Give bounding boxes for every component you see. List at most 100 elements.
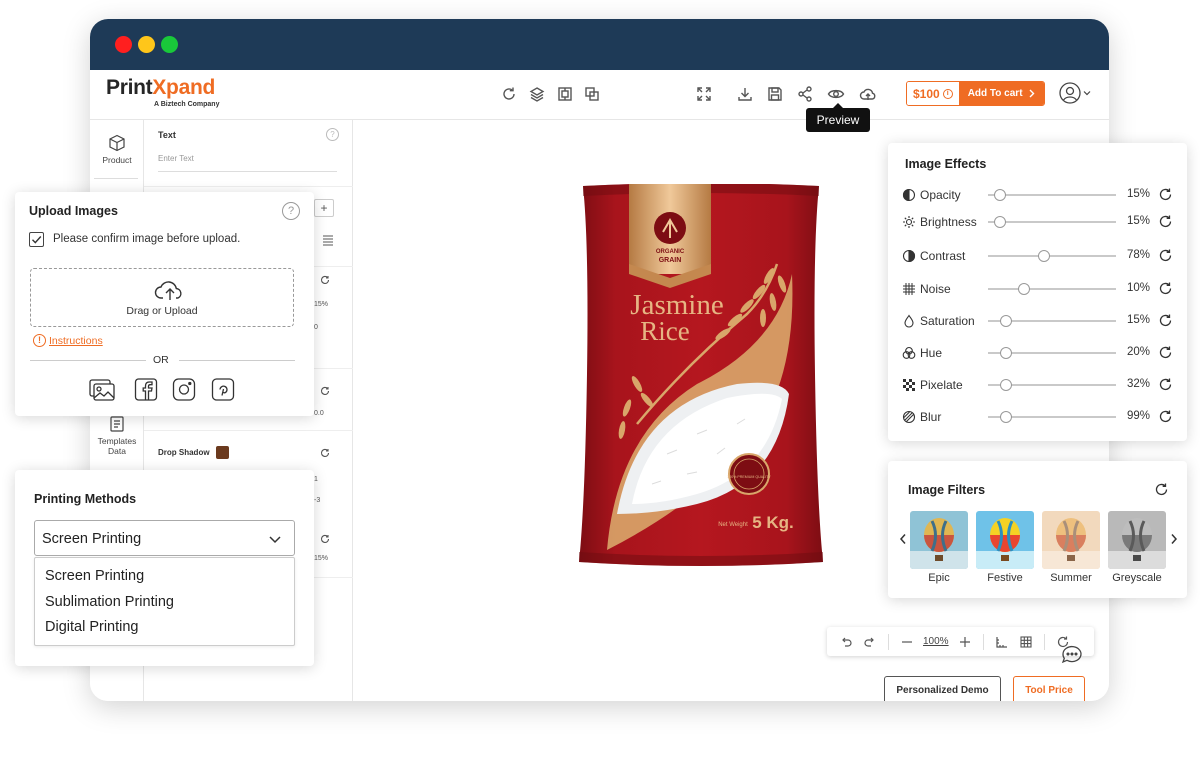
confirm-checkbox[interactable] [29, 232, 44, 247]
add-to-cart-button[interactable]: Add To cart [958, 82, 1044, 105]
rail-item-product[interactable]: Product [90, 134, 144, 165]
minimize-window-button[interactable] [138, 36, 155, 53]
blur-slider[interactable] [988, 411, 1116, 423]
upload-drop-zone[interactable]: Drag or Upload [30, 268, 294, 327]
toolbar-divider [888, 633, 889, 650]
ruler-icon[interactable] [995, 635, 1009, 649]
user-avatar-icon[interactable] [1059, 82, 1081, 104]
info-icon[interactable]: i [942, 88, 953, 99]
reset-icon[interactable] [1158, 187, 1173, 202]
toolbar-divider [982, 633, 984, 650]
download-icon[interactable] [736, 85, 754, 103]
reset-icon[interactable] [320, 386, 330, 396]
slider-handle[interactable] [999, 347, 1012, 359]
help-icon[interactable]: ? [326, 128, 339, 141]
selected-printing-method: Screen Printing [42, 531, 142, 547]
reset-icon[interactable] [1158, 248, 1173, 263]
filter-festive[interactable]: Festive [976, 511, 1034, 584]
option-screen-printing[interactable]: Screen Printing [45, 568, 144, 584]
filter-thumbnail [976, 511, 1034, 569]
text-input[interactable]: Enter Text [158, 154, 337, 172]
slider-handle[interactable] [993, 216, 1006, 228]
cloud-upload-icon[interactable] [859, 85, 877, 103]
filter-name: Epic [928, 572, 950, 584]
tool-price-button[interactable]: Tool Price [1013, 676, 1085, 701]
instructions-link[interactable]: Instructions [49, 335, 103, 347]
personalized-demo-button[interactable]: Personalized Demo [884, 676, 1001, 701]
filter-summer[interactable]: Summer [1042, 511, 1100, 584]
opacity-icon [902, 188, 916, 202]
filter-epic[interactable]: Epic [910, 511, 968, 584]
redo-icon[interactable] [863, 635, 877, 649]
reset-icon[interactable] [1154, 482, 1169, 497]
price-display[interactable]: $100 i [907, 82, 959, 105]
saturation-slider[interactable] [988, 315, 1116, 327]
brightness-slider[interactable] [988, 216, 1116, 228]
reset-icon[interactable] [1158, 313, 1173, 328]
printing-methods-title: Printing Methods [34, 492, 137, 506]
zoom-level[interactable]: 100% [923, 636, 949, 647]
option-sublimation-printing[interactable]: Sublimation Printing [45, 594, 174, 610]
filter-greyscale[interactable]: Greyscale [1108, 511, 1166, 584]
rail-item-templates-data[interactable]: Templates Data [90, 415, 144, 456]
reset-icon[interactable] [1158, 409, 1173, 424]
hue-slider[interactable] [988, 347, 1116, 359]
reset-icon[interactable] [320, 448, 330, 458]
layers-icon[interactable] [528, 85, 546, 103]
reset-icon[interactable] [320, 534, 330, 544]
chat-icon[interactable] [1060, 644, 1084, 666]
preview-eye-icon[interactable] [827, 85, 845, 103]
upload-title: Upload Images [29, 204, 118, 218]
toolbar-divider [1043, 633, 1045, 650]
help-icon[interactable]: ? [282, 202, 300, 220]
chevron-down-icon[interactable] [1083, 89, 1091, 97]
opacity-slider[interactable] [988, 189, 1116, 201]
pinterest-icon[interactable] [209, 378, 236, 402]
shadow-color-swatch[interactable] [216, 446, 229, 459]
slider-handle[interactable] [999, 379, 1012, 391]
fullscreen-icon[interactable] [695, 85, 713, 103]
effect-label: Pixelate [920, 378, 963, 392]
blur-icon [902, 410, 916, 424]
chevron-left-icon[interactable] [898, 533, 908, 545]
duplicate-icon[interactable] [583, 85, 601, 103]
brightness-icon [902, 215, 916, 229]
align-center-icon[interactable] [556, 85, 574, 103]
brand-logo[interactable]: PrintXpand A Biztech Company [106, 76, 219, 108]
contrast-slider[interactable] [988, 250, 1116, 262]
rice-bag-product-image[interactable]: ORGANIC GRAIN Jasmine Rice 100% PREMIUM … [577, 184, 825, 566]
slider-handle[interactable] [999, 315, 1012, 327]
instagram-icon[interactable] [170, 378, 197, 402]
reset-icon[interactable] [1158, 345, 1173, 360]
save-icon[interactable] [766, 85, 784, 103]
reset-icon[interactable] [1158, 214, 1173, 229]
zoom-out-icon[interactable] [900, 635, 914, 649]
printing-method-select[interactable]: Screen Printing [34, 520, 295, 556]
slider-handle[interactable] [1018, 283, 1031, 295]
drop-zone-label: Drag or Upload [126, 305, 198, 317]
close-window-button[interactable] [115, 36, 132, 53]
reset-icon[interactable] [500, 85, 518, 103]
slider-handle[interactable] [999, 411, 1012, 423]
effect-row-saturation: Saturation 15% [888, 311, 1187, 331]
pixelate-slider[interactable] [988, 379, 1116, 391]
zoom-in-icon[interactable] [958, 635, 972, 649]
reset-icon[interactable] [1158, 377, 1173, 392]
grid-icon[interactable] [1019, 635, 1033, 649]
gallery-icon[interactable] [89, 378, 116, 402]
facebook-icon[interactable] [132, 378, 159, 402]
effect-row-hue: Hue 20% [888, 343, 1187, 363]
undo-icon[interactable] [839, 635, 853, 649]
slider-handle[interactable] [1037, 250, 1050, 262]
image-effects-title: Image Effects [905, 157, 987, 171]
reset-icon[interactable] [320, 275, 330, 285]
noise-slider[interactable] [988, 283, 1116, 295]
option-digital-printing[interactable]: Digital Printing [45, 619, 139, 635]
add-icon[interactable]: + [314, 199, 334, 217]
maximize-window-button[interactable] [161, 36, 178, 53]
reset-icon[interactable] [1158, 281, 1173, 296]
share-icon[interactable] [796, 85, 814, 103]
slider-handle[interactable] [993, 189, 1006, 201]
menu-lines-icon[interactable] [322, 234, 334, 246]
chevron-right-icon[interactable] [1169, 533, 1179, 545]
